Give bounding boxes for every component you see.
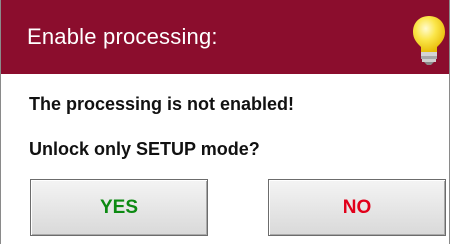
enable-processing-dialog: Enable processing: The processing is not… <box>0 0 450 244</box>
dialog-titlebar: Enable processing: <box>1 0 449 74</box>
question-text: Unlock only SETUP mode? <box>29 139 260 159</box>
dialog-title: Enable processing: <box>27 24 218 49</box>
lightbulb-icon <box>413 16 445 65</box>
no-button[interactable]: NO <box>268 179 446 236</box>
yes-button[interactable]: YES <box>30 179 208 236</box>
status-message: The processing is not enabled! <box>29 94 295 114</box>
